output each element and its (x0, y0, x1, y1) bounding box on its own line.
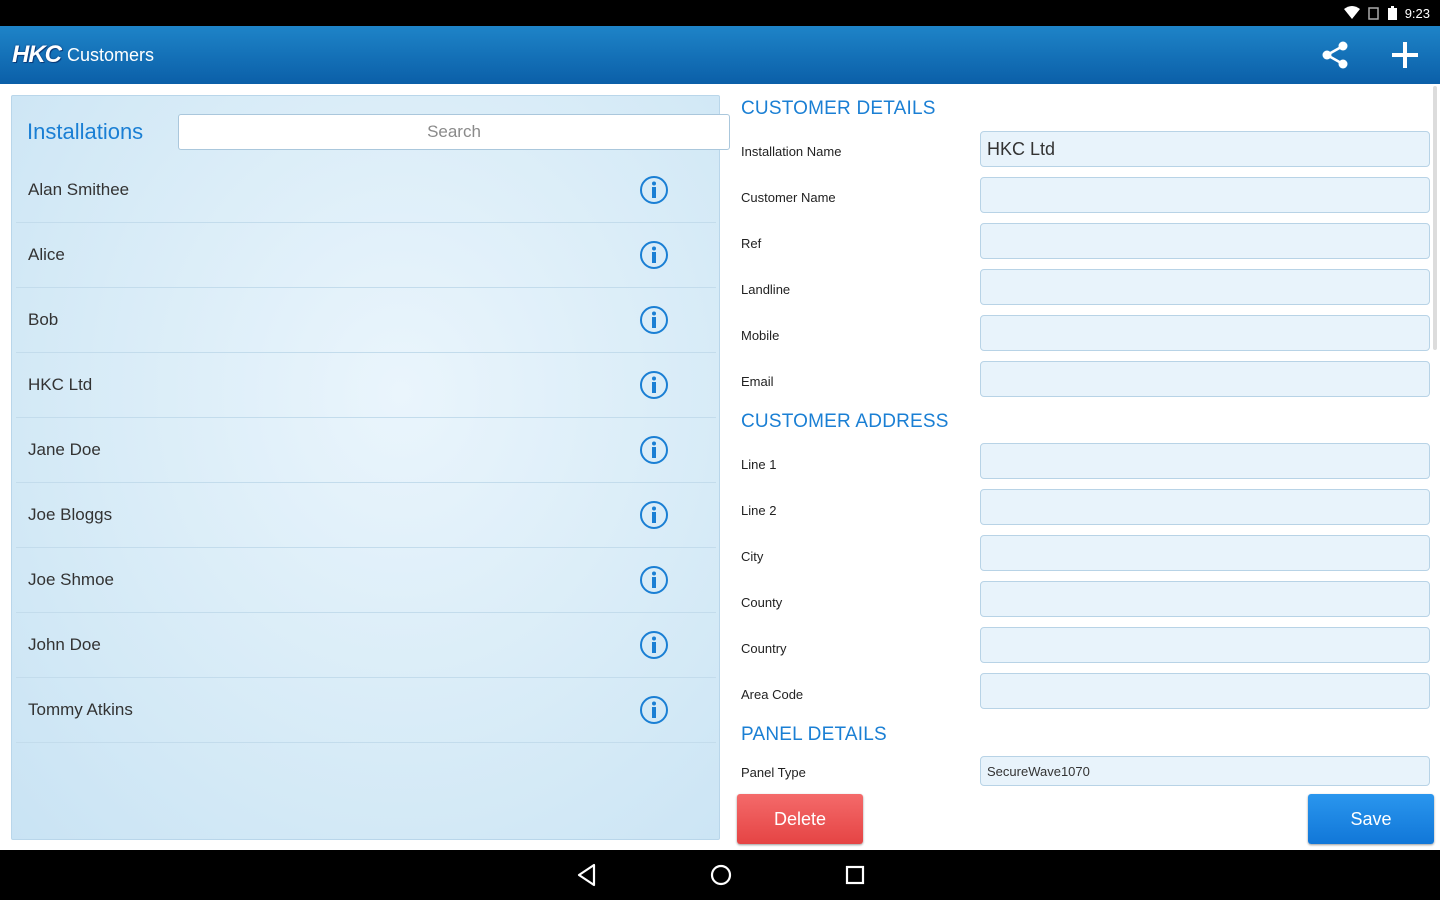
recents-icon[interactable] (842, 862, 868, 888)
county-label: County (741, 595, 783, 610)
list-item-name: Bob (28, 310, 59, 329)
back-icon[interactable] (574, 862, 600, 888)
customer-name-input[interactable] (980, 177, 1430, 213)
panel-type-input[interactable] (980, 756, 1430, 786)
list-item-name: Joe Bloggs (28, 505, 113, 524)
info-icon[interactable] (639, 435, 669, 465)
area-code-input[interactable] (980, 673, 1430, 709)
county-input[interactable] (980, 581, 1430, 617)
installation-name-label: Installation Name (741, 144, 842, 159)
installations-panel: Installations Alan Smithee Alice Bob HKC Lt… (11, 95, 730, 840)
list-item[interactable]: Joe Bloggs (16, 483, 716, 548)
list-item[interactable]: Jane Doe (16, 418, 716, 483)
list-item-name: Alice (28, 245, 65, 264)
search-input[interactable] (178, 114, 730, 150)
info-icon[interactable] (639, 305, 669, 335)
list-item[interactable]: Alice (16, 223, 716, 288)
country-input[interactable] (980, 627, 1430, 663)
list-item-name: John Doe (28, 635, 101, 654)
list-item-name: Jane Doe (28, 440, 101, 459)
info-icon[interactable] (639, 565, 669, 595)
info-icon[interactable] (639, 695, 669, 725)
line2-label: Line 2 (741, 503, 777, 518)
email-input[interactable] (980, 361, 1430, 397)
battery-icon (1387, 6, 1397, 20)
city-label: City (741, 549, 764, 564)
line1-input[interactable] (980, 443, 1430, 479)
info-icon[interactable] (639, 175, 669, 205)
list-item-name: Tommy Atkins (28, 700, 133, 719)
form-scrollbar[interactable] (1433, 86, 1437, 350)
installations-title: Installations (27, 119, 144, 144)
wifi-icon (1343, 6, 1360, 19)
list-item[interactable]: Joe Shmoe (16, 548, 716, 613)
landline-label: Landline (741, 282, 791, 297)
add-button[interactable] (1388, 38, 1422, 72)
ref-input[interactable] (980, 223, 1430, 259)
ref-label: Ref (741, 236, 762, 251)
line2-input[interactable] (980, 489, 1430, 525)
customer-form: CUSTOMER DETAILS Installation Name Custo… (730, 86, 1440, 850)
list-item[interactable]: John Doe (16, 613, 716, 678)
customer-address-title: CUSTOMER ADDRESS (741, 411, 949, 432)
delete-button[interactable]: Delete (737, 794, 863, 844)
app-title: Customers (67, 44, 155, 65)
status-bar: 9:23 (0, 0, 1440, 26)
list-item-name: Alan Smithee (28, 180, 130, 199)
installation-name-input[interactable] (980, 131, 1430, 167)
list-item[interactable]: HKC Ltd (16, 353, 716, 418)
country-label: Country (741, 641, 787, 656)
home-icon[interactable] (708, 862, 734, 888)
navigation-bar (0, 850, 1440, 900)
share-button[interactable] (1318, 38, 1352, 72)
customer-details-title: CUSTOMER DETAILS (741, 98, 936, 119)
signal-icon (1367, 7, 1379, 20)
panel-details-title: PANEL DETAILS (741, 724, 887, 745)
list-item-name: Joe Shmoe (28, 570, 114, 589)
list-item[interactable]: Bob (16, 288, 716, 353)
info-icon[interactable] (639, 630, 669, 660)
city-input[interactable] (980, 535, 1430, 571)
landline-input[interactable] (980, 269, 1430, 305)
email-label: Email (741, 374, 774, 389)
installations-list: Alan Smithee Alice Bob HKC Ltd Jane Doe Joe B… (16, 158, 716, 743)
plus-icon (1392, 42, 1418, 68)
customer-name-label: Customer Name (741, 190, 836, 205)
info-icon[interactable] (639, 370, 669, 400)
hkc-logo: HKC (12, 41, 62, 68)
app-bar: HKC Customers (0, 26, 1440, 84)
line1-label: Line 1 (741, 457, 777, 472)
info-icon[interactable] (639, 240, 669, 270)
list-item-name: HKC Ltd (28, 375, 93, 394)
mobile-input[interactable] (980, 315, 1430, 351)
list-item[interactable]: Alan Smithee (16, 158, 716, 223)
status-time: 9:23 (1404, 5, 1430, 21)
list-item[interactable]: Tommy Atkins (16, 678, 716, 743)
area-code-label: Area Code (741, 687, 804, 702)
share-icon (1322, 41, 1348, 69)
mobile-label: Mobile (741, 328, 780, 343)
panel-type-label: Panel Type (741, 765, 806, 780)
save-button[interactable]: Save (1308, 794, 1434, 844)
info-icon[interactable] (639, 500, 669, 530)
